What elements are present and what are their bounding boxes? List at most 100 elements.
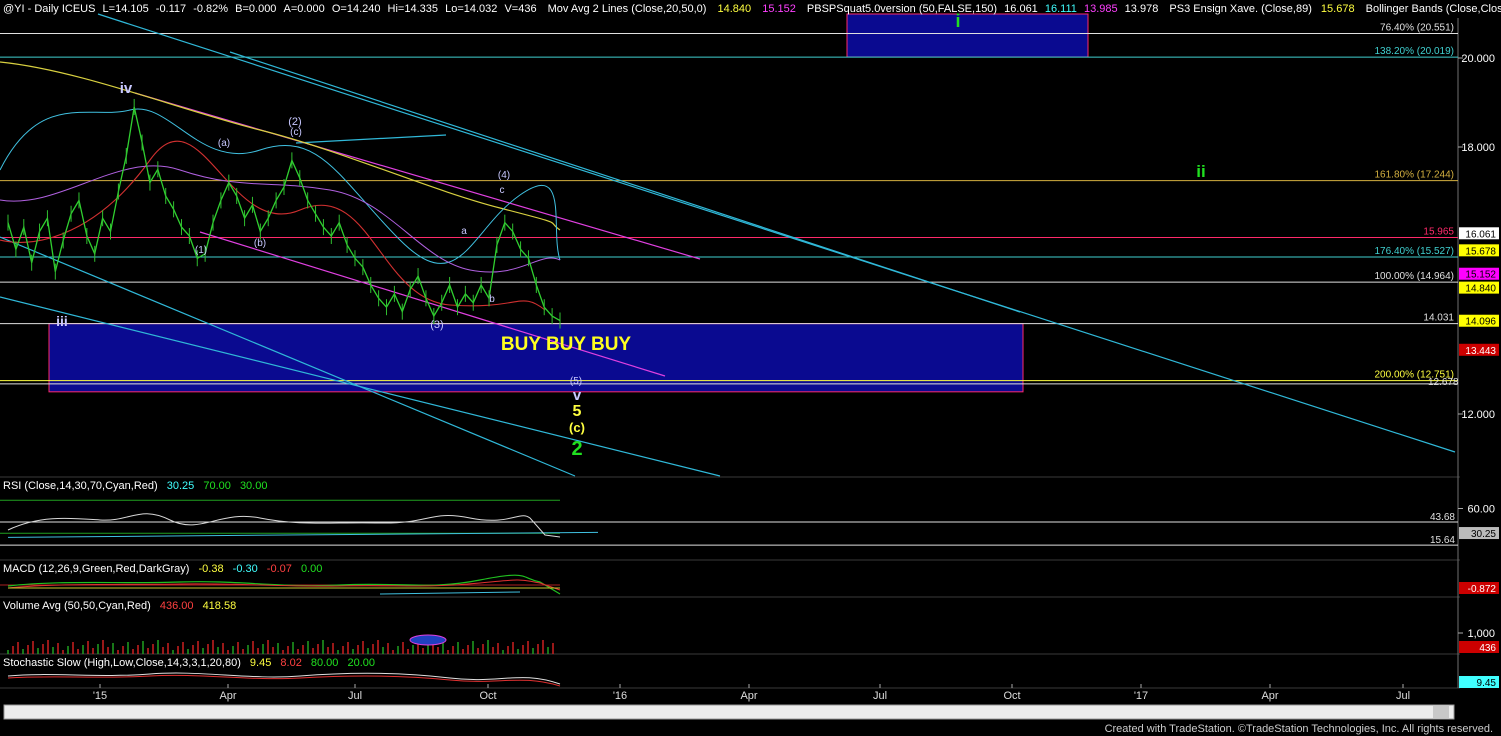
volume-header: Volume Avg (50,50,Cyan,Red) 436.00 418.5…	[3, 600, 236, 612]
price-tag-1: 15.678	[1465, 246, 1496, 257]
rsi-level-label-1: 15.64	[1430, 535, 1455, 546]
wave-label-3: (a)	[218, 138, 230, 149]
pbs-value-2: 16.111	[1044, 3, 1077, 15]
wave-label-6: (4)	[498, 170, 510, 181]
fib-label-5: 100.00% (14.964)	[1374, 271, 1454, 282]
macd-value-3: -0.07	[266, 563, 292, 575]
x-tick-label-9: Apr	[1261, 690, 1278, 702]
pbs-label: PBSPSquat5.0version (50,FALSE,150)	[806, 3, 998, 15]
stoch-value-4: 20.00	[347, 657, 376, 669]
fib-label-2: 161.80% (17.244)	[1374, 170, 1454, 181]
price-tag-0: 16.061	[1465, 229, 1496, 240]
x-tick-label-2: Jul	[348, 690, 362, 702]
fib-label-6: 14.031	[1423, 313, 1454, 324]
fib-label-3: 15.965	[1423, 227, 1454, 238]
wave-label-14: 5	[573, 403, 582, 420]
ma-purple-curve	[0, 165, 561, 273]
volume-label: Volume Avg (50,50,Cyan,Red)	[3, 600, 151, 612]
pbs-value-3: 13.985	[1083, 3, 1118, 15]
rsi-label: RSI (Close,14,30,70,Cyan,Red)	[3, 480, 158, 492]
stoch-value-1: 9.45	[249, 657, 272, 669]
rsi-header: RSI (Close,14,30,70,Cyan,Red) 30.25 70.0…	[3, 480, 267, 492]
ps3-label: PS3 Ensign Xave. (Close,89)	[1169, 3, 1312, 15]
stoch-value-3: 80.00	[310, 657, 339, 669]
wave-label-18: ii	[1196, 162, 1205, 181]
wave-label-8: a	[461, 226, 467, 237]
stoch-value-2: 8.02	[280, 657, 302, 669]
x-tick-label-6: Jul	[873, 690, 887, 702]
wave-label-4: (b)	[254, 238, 266, 249]
wave-label-12: (5)	[570, 376, 582, 387]
wave-label-7: c	[500, 185, 505, 196]
ps3-value: 15.678	[1320, 3, 1355, 15]
price-change: -0.117	[155, 3, 187, 15]
macd-header: MACD (12,26,9,Green,Red,DarkGray) -0.38 …	[3, 563, 322, 575]
wave-label-5: (1)	[195, 245, 207, 256]
wave-label-0: iv	[120, 80, 133, 97]
buy-buy-buy-label: BUY BUY BUY	[501, 334, 632, 355]
price-chart: 76.40% (20.551) 138.20% (20.019) 161.80% (…	[0, 11, 1499, 720]
ask-price: A=0.000	[283, 3, 325, 15]
price-tag-3: 14.840	[1465, 284, 1496, 295]
open-price: O=14.240	[331, 3, 381, 15]
x-tick-label-4: '16	[613, 690, 627, 702]
volume-value-2: 418.58	[202, 600, 237, 612]
horizontal-scrollbar	[3, 704, 1455, 720]
wave-label-2: (c)	[290, 127, 302, 138]
target-zone-box	[846, 13, 1089, 58]
bb-label: Bollinger Bands (Close,Close, ...	[1365, 3, 1501, 15]
bid-price: B=0.000	[235, 3, 277, 15]
volume-current-tag: 436	[1479, 643, 1496, 654]
chart-header: @YI - Daily ICEUS L=14.105 -0.117 -0.82%…	[3, 3, 1501, 15]
pbs-value-1: 16.061	[1004, 3, 1038, 15]
symbol-label: @YI - Daily ICEUS	[3, 3, 96, 15]
wave-label-15: (c)	[569, 420, 585, 435]
wave-label-13: v	[573, 387, 582, 404]
wave-label-16: 2	[571, 438, 582, 460]
price-tick-label-0: 20.000	[1461, 53, 1495, 65]
rsi-tick-label: 60.00	[1467, 504, 1495, 516]
percent-change: -0.82%	[193, 3, 229, 15]
price-tick-label-2: 12.000	[1461, 409, 1495, 421]
fib-label-0: 76.40% (20.551)	[1380, 22, 1454, 33]
macd-label: MACD (12,26,9,Green,Red,DarkGray)	[3, 563, 190, 575]
fib-label-1: 138.20% (20.019)	[1374, 46, 1454, 57]
price-tag-5: 13.443	[1465, 346, 1496, 357]
mov-avg-value-1: 14.840	[717, 3, 752, 15]
rsi-value-3: 30.00	[239, 480, 268, 492]
price-tag-4: 14.096	[1465, 317, 1496, 328]
last-price: L=14.105	[102, 3, 149, 15]
x-tick-label-1: Apr	[219, 690, 236, 702]
pbs-value-4: 13.978	[1124, 3, 1159, 15]
trend-short-line	[295, 134, 447, 144]
rsi-level-label-0: 43.68	[1430, 512, 1455, 523]
macd-current-tag: -0.872	[1468, 584, 1497, 595]
macd-value-4: 0.00	[300, 563, 323, 575]
rsi-value-1: 30.25	[166, 480, 195, 492]
rsi-current-tag: 30.25	[1471, 529, 1496, 540]
volume-tick-label: 1,000	[1467, 628, 1495, 640]
stoch-label: Stochastic Slow (High,Low,Close,14,3,3,1…	[3, 657, 241, 669]
wave-label-11: iii	[56, 313, 68, 329]
fib-label-4: 176.40% (15.527)	[1374, 246, 1454, 257]
channel-mid-line	[229, 51, 1021, 313]
x-tick-label-7: Oct	[1003, 690, 1020, 702]
price-tag-2: 15.152	[1465, 270, 1496, 281]
x-tick-label-3: Oct	[479, 690, 496, 702]
x-tick-label-5: Apr	[740, 690, 757, 702]
stoch-current-tag: 9.45	[1477, 678, 1497, 689]
price-tick-label-1: 18.000	[1461, 142, 1495, 154]
channel-magenta-upper	[134, 92, 701, 260]
macd-value-1: -0.38	[198, 563, 224, 575]
x-tick-label-10: Jul	[1396, 690, 1410, 702]
high-price: Hi=14.335	[387, 3, 439, 15]
mov-avg-value-2: 15.152	[762, 3, 796, 15]
fib-extra-label: 12.678	[1428, 377, 1459, 388]
macd-value-2: -0.30	[232, 563, 258, 575]
rsi-value-2: 70.00	[203, 480, 231, 492]
volume-value: V=436	[504, 3, 537, 15]
volume-value-1: 436.00	[159, 600, 194, 612]
macd-trend-line	[379, 591, 521, 595]
x-tick-label-0: '15	[93, 690, 107, 702]
mov-avg-label: Mov Avg 2 Lines (Close,20,50,0)	[547, 3, 707, 15]
